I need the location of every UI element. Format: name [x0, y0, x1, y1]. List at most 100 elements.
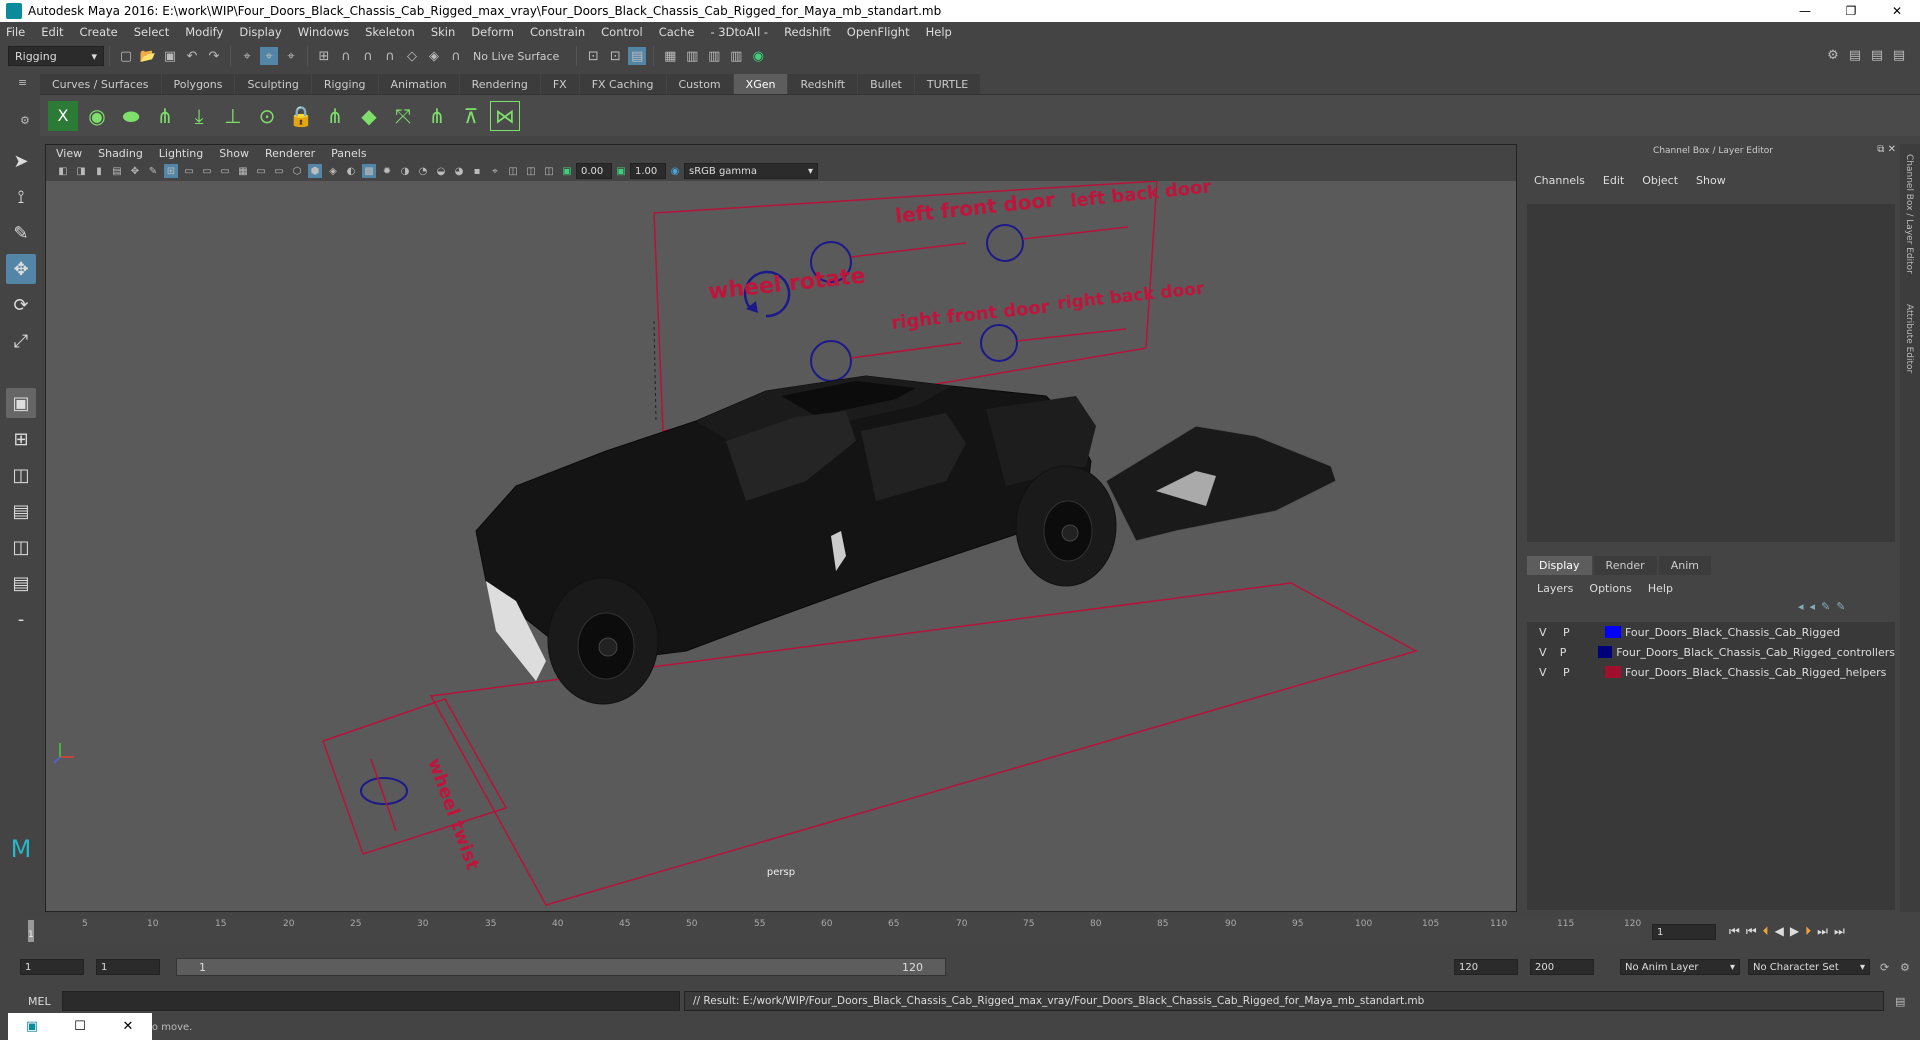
render-settings-icon[interactable]: ▥	[727, 47, 745, 65]
open-scene-icon[interactable]: 📂	[139, 47, 157, 65]
layer-visibility-toggle[interactable]: V	[1539, 626, 1563, 639]
layer-visibility-toggle[interactable]: V	[1539, 646, 1560, 659]
render-current-icon[interactable]: ▥	[683, 47, 701, 65]
move-layer-up-icon[interactable]: ◂	[1798, 600, 1804, 613]
vp-menu-show[interactable]: Show	[219, 147, 249, 160]
character-set-dropdown[interactable]: No Character Set ▾	[1748, 959, 1870, 975]
snap-curve-icon[interactable]: ∩	[337, 47, 355, 65]
isolate-select-icon[interactable]: ⌖	[488, 164, 502, 178]
output-ops-icon[interactable]: ⊡	[606, 47, 624, 65]
animation-prefs-icon[interactable]: ⚙	[1900, 961, 1910, 974]
rotate-tool-icon[interactable]: ⟳	[6, 290, 36, 320]
shadows-icon[interactable]: ◑	[398, 164, 412, 178]
move-layer-down-icon[interactable]: ◂	[1810, 600, 1816, 613]
xgen-preview-icon[interactable]: ◉	[82, 101, 112, 131]
channel-box-toggle-icon[interactable]: ▤	[1868, 46, 1886, 64]
xray-joints-icon[interactable]: ◫	[542, 164, 556, 178]
snap-point-icon[interactable]: ∩	[359, 47, 377, 65]
layer-menu-layers[interactable]: Layers	[1537, 582, 1573, 595]
2d-pan-zoom-icon[interactable]: ✥	[128, 164, 142, 178]
undo-icon[interactable]: ↶	[183, 47, 201, 65]
live-surface-label[interactable]: No Live Surface	[473, 50, 559, 63]
select-component-icon[interactable]: ⌖	[282, 47, 300, 65]
menu-display[interactable]: Display	[239, 25, 281, 39]
tab-redshift[interactable]: Redshift	[788, 74, 858, 94]
menu-windows[interactable]: Windows	[298, 25, 349, 39]
float-panel-icon[interactable]: ⧉ ✕	[1877, 144, 1896, 155]
menu-modify[interactable]: Modify	[185, 25, 223, 39]
vp-menu-shading[interactable]: Shading	[98, 147, 143, 160]
minimize-button[interactable]: —	[1782, 0, 1828, 22]
persp-graph-layout-icon[interactable]: ▤	[6, 496, 36, 526]
left-back-door-control[interactable]	[986, 224, 1024, 262]
scale-tool-icon[interactable]: ⤢	[6, 326, 36, 356]
cb-menu-show[interactable]: Show	[1696, 174, 1726, 187]
play-backward-icon[interactable]: ◀	[1775, 924, 1784, 938]
restore-window-icon[interactable]: ▣	[8, 1019, 56, 1034]
select-camera-icon[interactable]: ◧	[56, 164, 70, 178]
save-scene-icon[interactable]: ▣	[161, 47, 179, 65]
ipr-render-icon[interactable]: ▥	[705, 47, 723, 65]
anim-layer-dropdown[interactable]: No Anim Layer ▾	[1620, 959, 1740, 975]
snap-view-plane-icon[interactable]: ◇	[403, 47, 421, 65]
side-tab-attribute-editor[interactable]: Attribute Editor	[1904, 304, 1914, 373]
paint-select-tool-icon[interactable]: ✎	[6, 218, 36, 248]
menu-redshift[interactable]: Redshift	[784, 25, 831, 39]
exposure-icon[interactable]: ▣	[560, 164, 574, 178]
exposure-field[interactable]: 0.00	[576, 163, 612, 179]
layer-color-swatch[interactable]	[1605, 666, 1621, 678]
menu-select[interactable]: Select	[134, 25, 169, 39]
step-forward-key-icon[interactable]: ⏭	[1817, 924, 1828, 939]
textured-icon[interactable]: ▩	[362, 164, 376, 178]
play-forward-icon[interactable]: ▶	[1790, 924, 1799, 938]
step-back-frame-icon[interactable]: ⏴	[1763, 924, 1769, 939]
tab-fx[interactable]: FX	[540, 74, 579, 94]
layer-tab-display[interactable]: Display	[1527, 556, 1592, 575]
xray-active-icon[interactable]: ◫	[524, 164, 538, 178]
right-front-door-control[interactable]	[810, 340, 852, 382]
viewport-canvas[interactable]: wheel twist left front door left back do…	[46, 181, 1516, 911]
playback-start-field[interactable]: 1	[96, 959, 160, 975]
tab-fx-caching[interactable]: FX Caching	[579, 74, 666, 94]
smooth-shade-icon[interactable]: ⬢	[308, 164, 322, 178]
menu-file[interactable]: File	[6, 25, 25, 39]
wireframe-on-shaded-icon[interactable]: ◈	[326, 164, 340, 178]
vp-menu-panels[interactable]: Panels	[331, 147, 366, 160]
layer-menu-options[interactable]: Options	[1589, 582, 1631, 595]
menu-create[interactable]: Create	[80, 25, 118, 39]
single-perspective-layout-icon[interactable]: ▣	[6, 388, 36, 418]
front-wheel[interactable]	[547, 577, 659, 705]
move-tool-icon[interactable]: ✥	[6, 254, 36, 284]
auto-key-icon[interactable]: ⟳	[1880, 961, 1889, 974]
tool-settings-icon[interactable]: ▤	[1890, 46, 1908, 64]
anti-aliasing-icon[interactable]: ◕	[452, 164, 466, 178]
script-editor-icon[interactable]: ▤	[1895, 995, 1905, 1008]
xgen-add-guide-icon[interactable]: ⊥	[218, 101, 248, 131]
right-back-door-control[interactable]	[980, 324, 1018, 362]
new-layer-selected-icon[interactable]: ✎	[1836, 600, 1845, 613]
layer-playback-toggle[interactable]: P	[1563, 666, 1587, 679]
xgen-editor-icon[interactable]: X	[48, 100, 78, 131]
playback-end-field[interactable]: 120	[1454, 959, 1518, 975]
tab-turtle[interactable]: TURTLE	[914, 74, 981, 94]
cb-menu-channels[interactable]: Channels	[1534, 174, 1585, 187]
tab-rigging[interactable]: Rigging	[311, 74, 378, 94]
shelf-settings-icon[interactable]: ⚙	[20, 114, 30, 127]
camera-attributes-icon[interactable]: ◨	[74, 164, 88, 178]
layer-row[interactable]: V P Four_Doors_Black_Chassis_Cab_Rigged_…	[1527, 662, 1895, 682]
layer-playback-toggle[interactable]: P	[1563, 626, 1587, 639]
tab-curves-surfaces[interactable]: Curves / Surfaces	[40, 74, 161, 94]
snap-live-icon[interactable]: ∩	[447, 47, 465, 65]
render-view-icon[interactable]: ▦	[661, 47, 679, 65]
menu-skin[interactable]: Skin	[431, 25, 455, 39]
xgen-select-guides-icon[interactable]: ⊙	[252, 101, 282, 131]
xgen-comb-icon[interactable]: ⊼	[456, 101, 486, 131]
select-tool-icon[interactable]: ➤	[6, 146, 36, 176]
start-time-field[interactable]: 1	[20, 959, 84, 975]
safe-title-icon[interactable]: ▭	[272, 164, 286, 178]
tab-custom[interactable]: Custom	[666, 74, 733, 94]
grease-pencil-icon[interactable]: ✎	[146, 164, 160, 178]
default-material-icon[interactable]: ◐	[344, 164, 358, 178]
close-button[interactable]: ✕	[1874, 0, 1920, 22]
go-to-start-icon[interactable]: ⏮	[1729, 924, 1740, 939]
